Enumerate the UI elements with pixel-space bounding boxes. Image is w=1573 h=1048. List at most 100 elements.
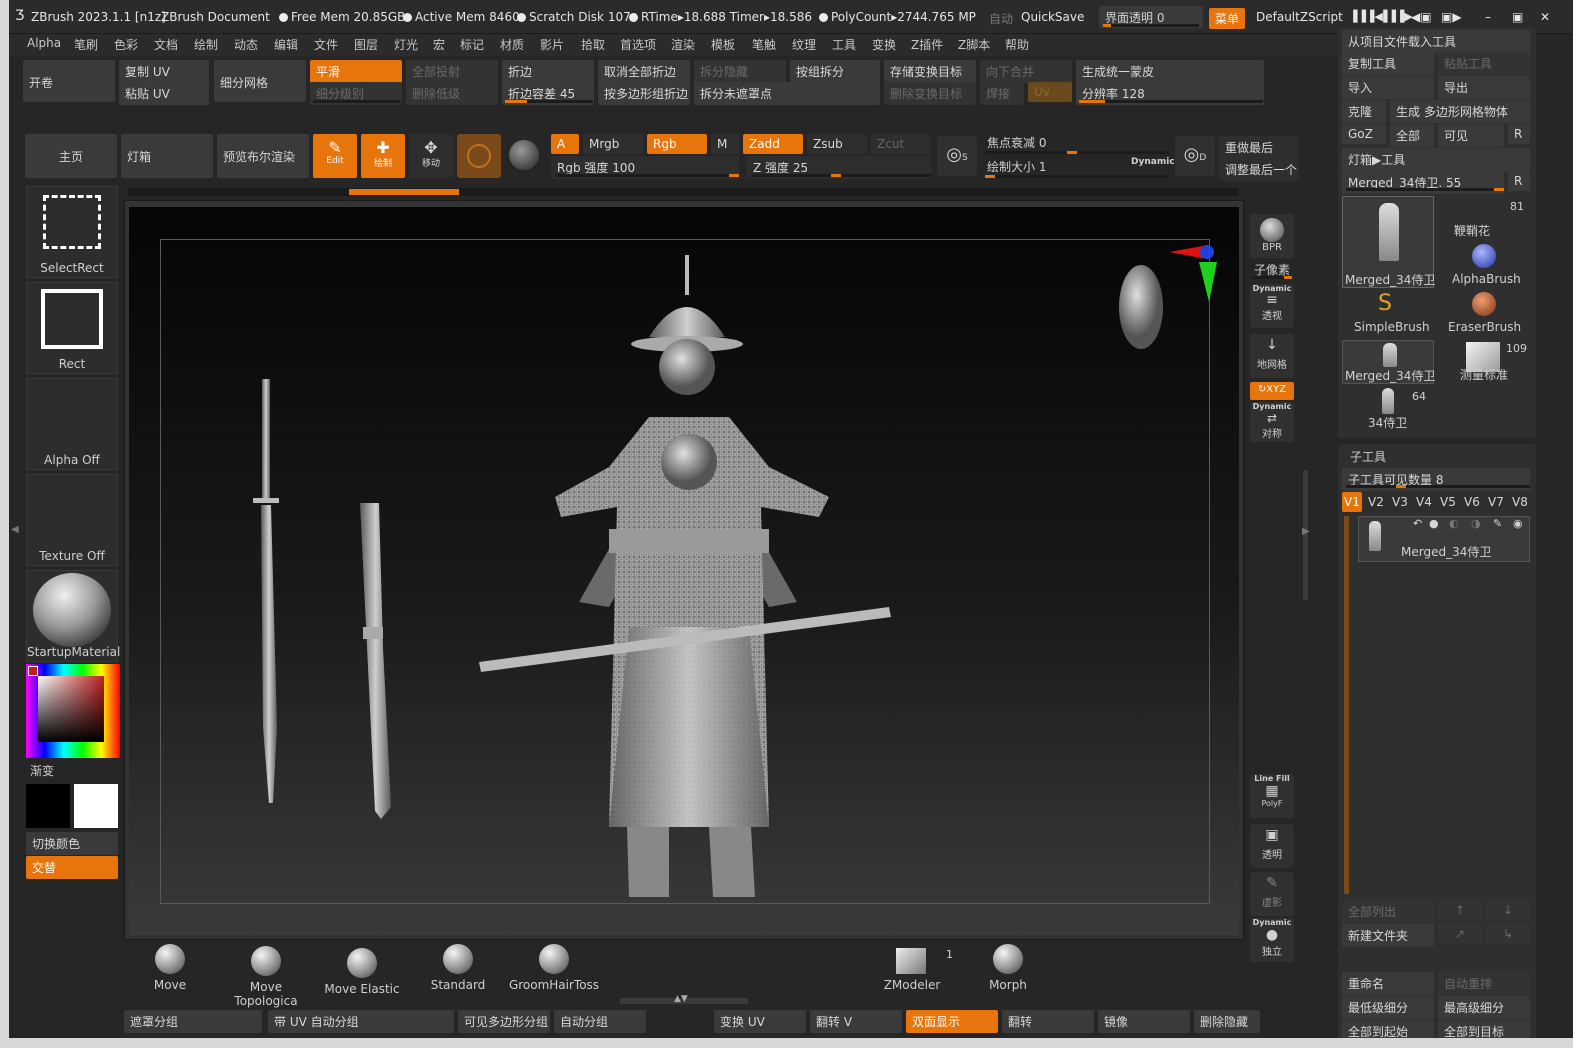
menu-item-tool[interactable]: 工具 (832, 36, 856, 53)
open-button[interactable]: 开卷 (23, 60, 115, 102)
goz-all-button[interactable]: 全部 (1390, 124, 1434, 147)
merge-down-button[interactable]: 向下合并 (980, 60, 1072, 83)
copy-tool-button[interactable]: 复制工具 (1342, 52, 1434, 75)
goz-button[interactable]: GoZ (1342, 124, 1386, 144)
rename-button[interactable]: 重命名 (1342, 972, 1434, 995)
layout-prev-icon[interactable]: ▐▐▐◀ (1349, 10, 1383, 23)
menu-item-preferences[interactable]: 首选项 (620, 36, 656, 53)
delete-hidden-button[interactable]: 删除隐藏 (1194, 1010, 1260, 1033)
flip-button[interactable]: 翻转 (1002, 1010, 1094, 1033)
mask-groups-button[interactable]: 遮罩分组 (124, 1010, 262, 1033)
move-mode-button[interactable]: ✥ 移动 (409, 134, 453, 178)
paste-uv-button[interactable]: 粘贴 UV (119, 82, 209, 105)
default-zscript-button[interactable]: DefaultZScript (1256, 10, 1343, 24)
subtool-list-scrollbar[interactable] (1344, 516, 1349, 894)
subtool-visibility-icon[interactable]: ◉ (1513, 517, 1523, 530)
lightbox-button[interactable]: 灯箱 (121, 134, 213, 178)
brush-groomhairtoss[interactable]: GroomHairToss (506, 944, 602, 992)
tool-thumb-measure[interactable]: 109 测量标准 (1438, 340, 1530, 384)
dynamic-label[interactable]: Dynamic (1131, 157, 1175, 167)
rect-stroke[interactable]: Rect (26, 282, 118, 374)
menu-item-layer[interactable]: 图层 (354, 36, 378, 53)
menu-item-macro[interactable]: 宏 (433, 36, 445, 53)
mirror-button[interactable]: 镜像 (1098, 1010, 1190, 1033)
orientation-gizmo[interactable] (1119, 245, 1217, 349)
menu-item-transform[interactable]: 变换 (872, 36, 896, 53)
export-button[interactable]: 导出 (1438, 76, 1530, 99)
menu-item-document[interactable]: 文档 (154, 36, 178, 53)
version-v2[interactable]: V2 (1366, 492, 1386, 512)
crease-button[interactable]: 折边 (502, 60, 594, 83)
unified-skin-button[interactable]: 生成统一蒙皮 (1076, 60, 1264, 83)
store-morph-button[interactable]: 存储变换目标 (884, 60, 976, 83)
move-folder-down-icon[interactable]: ↳ (1486, 924, 1530, 944)
draw-mode-button[interactable]: ✚ 绘制 (361, 134, 405, 178)
version-v8[interactable]: V8 (1510, 492, 1530, 512)
menu-item-dynamics[interactable]: 动态 (234, 36, 258, 53)
list-all-button[interactable]: 全部列出 (1342, 900, 1434, 923)
split-unmasked-button[interactable]: 拆分未遮罩点 (694, 82, 880, 105)
alternate-toggle[interactable]: 交替 (26, 856, 118, 879)
menu-item-brush[interactable]: 笔刷 (74, 36, 98, 53)
tool-thumb-merged-2[interactable]: Merged_34侍卫 (1342, 340, 1435, 384)
menu-item-zplugin[interactable]: Z插件 (911, 36, 943, 53)
texture-selector[interactable]: Texture Off (26, 474, 118, 566)
subtool-polypaint-icon[interactable]: ◐ (1449, 517, 1459, 530)
tool-thumb-merged[interactable]: Merged_34侍卫 (1342, 196, 1435, 288)
menu-item-movie[interactable]: 影片 (540, 36, 564, 53)
m-toggle[interactable]: M (711, 134, 739, 154)
import-button[interactable]: 导入 (1342, 76, 1434, 99)
replay-last-button[interactable]: 重做最后 (1219, 136, 1299, 159)
subtool-title[interactable]: 子工具 (1350, 448, 1386, 465)
flip-v-button[interactable]: 翻转 V (810, 1010, 902, 1033)
menu-item-help[interactable]: 帮助 (1005, 36, 1029, 53)
menu-item-picker[interactable]: 拾取 (581, 36, 605, 53)
subtool-arrow-icon[interactable]: ↶ (1413, 517, 1422, 530)
brush-standard[interactable]: Standard (410, 944, 506, 992)
highest-subdiv-button[interactable]: 最高级细分 (1438, 996, 1530, 1019)
xyz-symmetry-toggle[interactable]: ↻XYZ (1250, 382, 1294, 400)
visible-polygroups-button[interactable]: 可见多边形分组 (458, 1010, 550, 1033)
menu-item-draw[interactable]: 绘制 (194, 36, 218, 53)
make-polymesh-button[interactable]: 生成 多边形网格物体 (1390, 100, 1530, 123)
uv-toggle[interactable]: Uv (1028, 82, 1072, 102)
clone-button[interactable]: 克隆 (1342, 100, 1386, 123)
material-selector[interactable]: StartupMaterial (26, 570, 120, 662)
tray-toggle-arrow-icon[interactable]: ▲▼ (674, 994, 688, 1004)
color-picker[interactable] (26, 664, 120, 758)
version-v3[interactable]: V3 (1390, 492, 1410, 512)
quicksave-button[interactable]: QuickSave (1021, 10, 1084, 24)
left-tray-arrow-icon[interactable]: ◀ (11, 524, 19, 544)
auto-groups-button[interactable]: 自动分组 (554, 1010, 646, 1033)
menu-toggle-button[interactable]: 菜单 (1209, 8, 1246, 29)
subdivide-mesh-button[interactable]: 细分网格 (214, 60, 306, 102)
menu-item-zscript[interactable]: Z脚本 (958, 36, 990, 53)
right-tray-arrow-icon[interactable]: ▶ (1302, 526, 1310, 537)
layout-next-icon[interactable]: ▐▐▐▶ (1379, 10, 1413, 23)
move-folder-up-icon[interactable]: ↗ (1438, 924, 1482, 944)
flip-uv-button[interactable]: 变换 UV (714, 1010, 806, 1033)
uv-autogroups-button[interactable]: 带 UV 自动分组 (268, 1010, 454, 1033)
transparency-button[interactable]: ▣ 透明 (1250, 824, 1294, 868)
subtool-brush-icon[interactable]: ✎ (1493, 517, 1502, 530)
switch-color-button[interactable]: 切换颜色 (26, 832, 118, 855)
menu-item-edit[interactable]: 编辑 (274, 36, 298, 53)
lightbox-tools-button[interactable]: 灯箱▶工具 (1342, 148, 1530, 171)
model-viewport[interactable] (129, 207, 1239, 935)
version-v1[interactable]: V1 (1342, 492, 1362, 512)
project-all-button[interactable]: 全部投射 (406, 60, 498, 83)
document-canvas[interactable] (129, 207, 1239, 935)
menu-item-color[interactable]: 色彩 (114, 36, 138, 53)
version-v6[interactable]: V6 (1462, 492, 1482, 512)
goz-visible-button[interactable]: 可见 (1438, 124, 1504, 147)
layout-right-icon[interactable]: ▣▶ (1441, 10, 1462, 24)
floor-grid-button[interactable]: ↓ 地网格 (1250, 334, 1294, 378)
menu-item-alpha[interactable]: Alpha (27, 36, 61, 50)
new-folder-button[interactable]: 新建文件夹 (1342, 924, 1434, 947)
lazy-mouse-s-icon[interactable]: ◎S (937, 136, 977, 176)
current-tool-r-button[interactable]: R (1508, 171, 1530, 191)
split-hidden-button[interactable]: 拆分隐藏 (694, 60, 786, 83)
group-split-button[interactable]: 按组拆分 (790, 60, 880, 83)
a-toggle[interactable]: A (551, 134, 579, 154)
tool-thumb-whip[interactable]: 81 鞭鞘花 (1438, 196, 1530, 240)
